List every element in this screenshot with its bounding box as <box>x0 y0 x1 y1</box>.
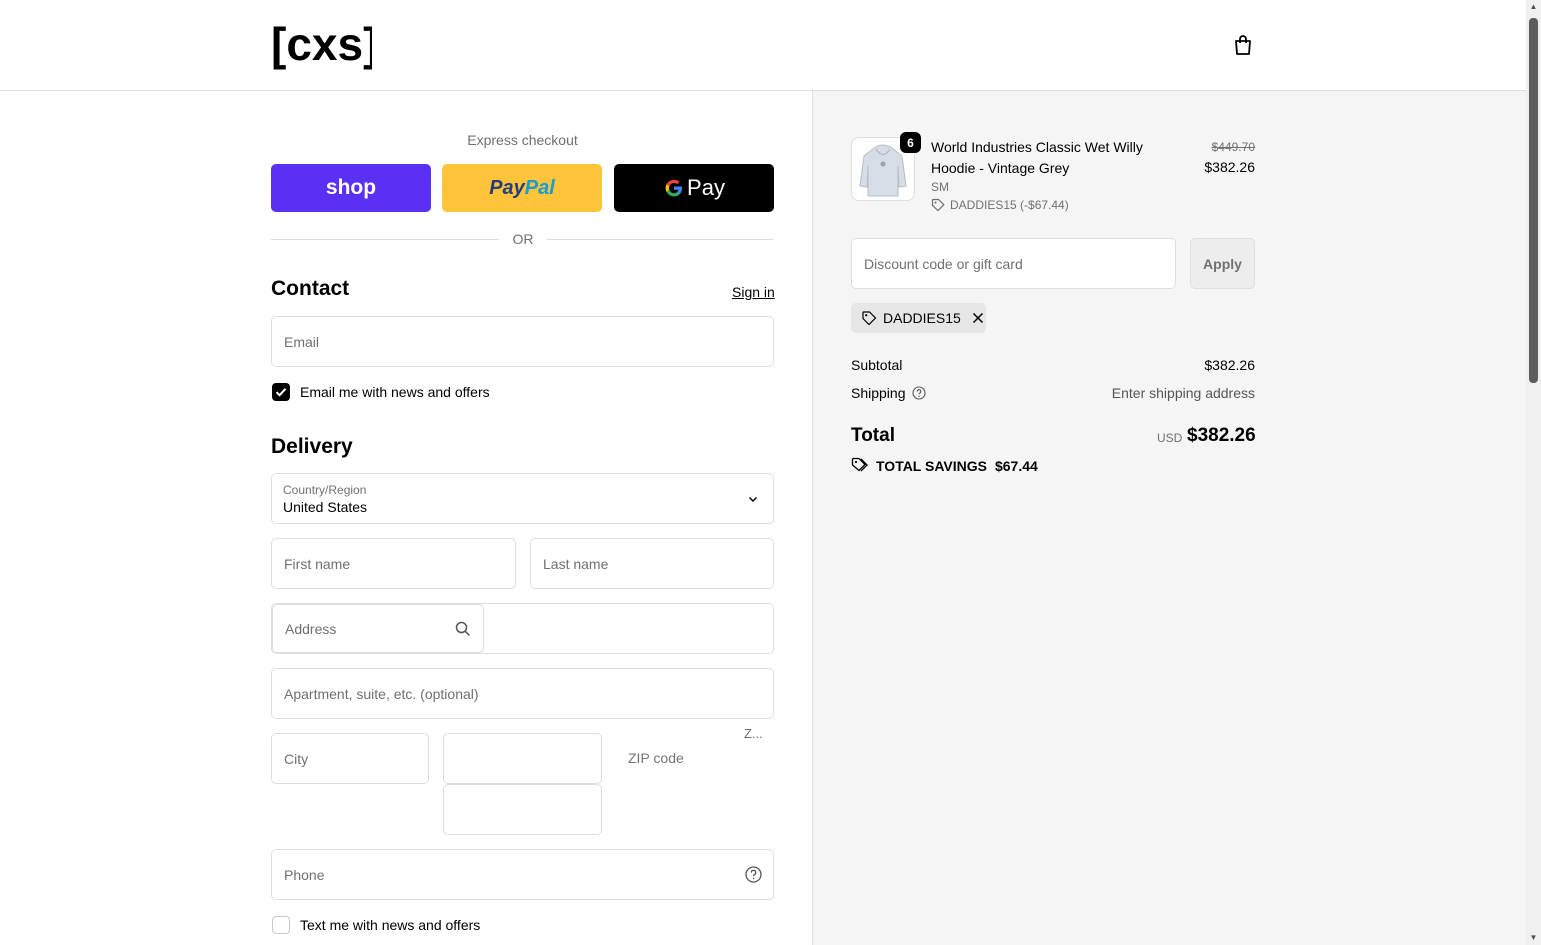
email-field-wrapper <box>271 316 774 367</box>
express-checkout-label: Express checkout <box>467 132 578 148</box>
page-scrollbar[interactable]: ▲ ▼ <box>1526 0 1541 945</box>
country-select[interactable]: Country/Region United States <box>271 473 774 524</box>
discount-code-wrapper <box>851 238 1176 289</box>
text-news-checkbox[interactable] <box>272 916 290 934</box>
paypal-label-pal: Pal <box>524 176 555 199</box>
google-pay-label: Pay <box>687 175 725 200</box>
state-select-top[interactable] <box>443 733 602 784</box>
shopping-bag-icon[interactable] <box>1231 33 1255 57</box>
search-icon[interactable] <box>455 621 471 637</box>
text-news-label: Text me with news and offers <box>300 917 481 933</box>
scroll-up-arrow-icon[interactable]: ▲ <box>1529 2 1538 12</box>
product-discount-text: DADDIES15 (-$67.44) <box>950 198 1069 212</box>
apartment-wrapper <box>271 668 774 719</box>
discounted-price: $382.26 <box>1204 159 1255 175</box>
shipping-value: Enter shipping address <box>1111 385 1255 401</box>
quantity-badge: 6 <box>900 132 921 153</box>
total-savings: TOTAL SAVINGS $67.44 <box>851 457 1038 474</box>
scrollbar-thumb[interactable] <box>1529 18 1538 383</box>
shipping-row: Shipping <box>851 385 926 401</box>
first-name-field[interactable] <box>272 539 515 588</box>
zip-truncated-label: Z... <box>744 726 763 741</box>
product-variant: SM <box>931 180 949 194</box>
zip-field[interactable] <box>616 740 774 776</box>
applied-discount-chip: DADDIES15 <box>851 303 986 333</box>
brand-logo[interactable]: [cxs] <box>271 20 372 70</box>
divider-left <box>271 239 499 240</box>
savings-value: $67.44 <box>994 457 1038 474</box>
paypal-button[interactable]: Pay Pal <box>442 164 602 212</box>
applied-discount-code: DADDIES15 <box>883 310 961 326</box>
city-wrapper <box>271 733 429 784</box>
tag-icon <box>931 198 945 212</box>
last-name-field[interactable] <box>531 539 773 588</box>
divider-right <box>546 239 774 240</box>
apartment-field[interactable] <box>272 669 773 718</box>
country-label: Country/Region <box>283 483 367 497</box>
shipping-label: Shipping <box>851 385 906 401</box>
help-icon[interactable] <box>911 386 926 400</box>
product-name: World Industries Classic Wet Willy Hoodi… <box>931 139 1143 176</box>
contact-heading: Contact <box>271 277 350 300</box>
header: [cxs] <box>0 0 1526 91</box>
phone-wrapper <box>271 849 774 900</box>
country-value: United States <box>283 499 368 515</box>
email-news-label: Email me with news and offers <box>300 384 490 400</box>
tag-icon <box>862 311 877 326</box>
tags-icon <box>851 457 868 472</box>
discount-code-field[interactable] <box>852 239 1175 288</box>
close-icon[interactable] <box>971 311 985 325</box>
order-summary <box>812 91 1527 945</box>
paypal-label-pay: Pay <box>489 176 525 199</box>
product-discount: DADDIES15 (-$67.44) <box>931 198 1069 212</box>
google-g-icon <box>665 179 683 197</box>
phone-field[interactable] <box>272 850 773 899</box>
original-price: $449.70 <box>1211 140 1255 154</box>
subtotal-label: Subtotal <box>851 357 903 373</box>
first-name-wrapper <box>271 538 516 589</box>
address-wrapper <box>272 604 484 653</box>
shop-pay-button[interactable]: shop <box>271 164 431 212</box>
checkmark-icon <box>275 388 287 397</box>
email-news-checkbox[interactable] <box>272 383 290 401</box>
total-currency: USD <box>1157 431 1183 445</box>
svg-text:[cxs]: [cxs] <box>271 20 372 70</box>
total-value: $382.26 <box>1187 425 1256 446</box>
email-field[interactable] <box>272 317 773 366</box>
sign-in-link[interactable]: Sign in <box>732 284 775 300</box>
or-divider-text: OR <box>512 231 534 247</box>
total-label: Total <box>851 425 895 446</box>
zip-wrapper <box>616 740 774 776</box>
savings-label: TOTAL SAVINGS <box>876 457 987 474</box>
google-pay-button[interactable]: Pay <box>614 164 774 212</box>
last-name-wrapper <box>530 538 774 589</box>
delivery-heading: Delivery <box>271 435 353 458</box>
subtotal-value: $382.26 <box>1204 357 1255 373</box>
shop-pay-label: shop <box>325 176 377 199</box>
scroll-down-arrow-icon[interactable]: ▼ <box>1529 933 1538 943</box>
apply-discount-button[interactable]: Apply <box>1190 238 1255 289</box>
address-field[interactable] <box>273 605 483 652</box>
state-select-bottom[interactable] <box>443 784 602 835</box>
chevron-down-icon <box>749 497 757 502</box>
help-icon[interactable] <box>745 866 762 883</box>
city-field[interactable] <box>272 734 428 783</box>
